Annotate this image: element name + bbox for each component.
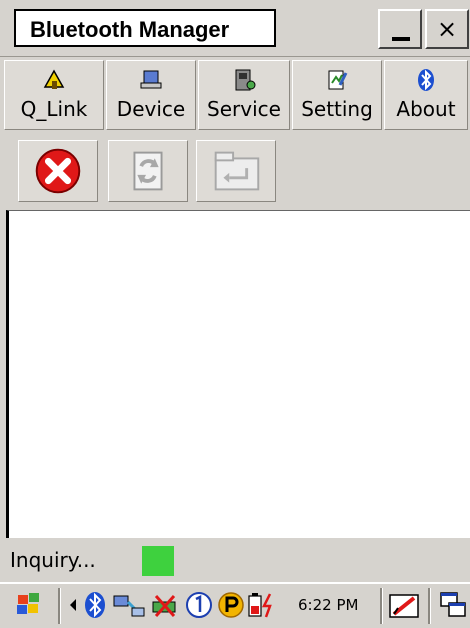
status-row: Inquiry...	[0, 540, 470, 580]
service-label: Service	[207, 97, 281, 121]
edit-icon[interactable]	[388, 590, 422, 620]
windows-icon[interactable]	[438, 590, 468, 620]
service-button[interactable]: Service	[198, 60, 290, 130]
taskbar: 6:22 PM	[0, 582, 470, 628]
taskbar-separator	[380, 588, 383, 624]
service-icon	[235, 69, 256, 91]
tray-arrow-icon[interactable]	[68, 597, 78, 613]
main-toolbar: Q_Link Device Service Setting About	[0, 57, 470, 134]
setting-button[interactable]: Setting	[292, 60, 382, 130]
about-button[interactable]: About	[384, 60, 468, 130]
inquiry-progress-indicator	[142, 546, 174, 576]
battery-warning-icon[interactable]	[150, 592, 180, 620]
close-icon: ×	[436, 15, 458, 43]
device-list-area[interactable]	[6, 210, 470, 538]
stop-icon	[35, 148, 81, 194]
qlink-label: Q_Link	[20, 97, 88, 121]
taskbar-separator	[428, 588, 431, 624]
refresh-button[interactable]	[108, 140, 188, 202]
bluetooth-icon	[418, 69, 434, 91]
about-label: About	[396, 97, 456, 121]
connect-button[interactable]	[196, 140, 276, 202]
window-title: Bluetooth Manager	[14, 9, 276, 47]
connect-icon	[214, 151, 260, 191]
clock[interactable]: 6:22 PM	[298, 596, 358, 614]
qlink-button[interactable]: Q_Link	[4, 60, 104, 130]
windows-start-icon[interactable]	[14, 590, 44, 620]
device-icon	[140, 70, 162, 89]
minimize-button[interactable]	[378, 9, 422, 49]
minimize-icon	[392, 37, 410, 41]
device-label: Device	[116, 97, 186, 121]
refresh-icon	[133, 151, 163, 191]
stop-button[interactable]	[18, 140, 98, 202]
close-button[interactable]: ×	[425, 9, 469, 49]
taskbar-separator	[58, 588, 61, 624]
status-text: Inquiry...	[10, 548, 96, 572]
info-circle-icon[interactable]	[184, 590, 214, 620]
device-button[interactable]: Device	[106, 60, 196, 130]
title-bar: Bluetooth Manager ×	[0, 0, 470, 57]
power-icon[interactable]	[246, 590, 280, 620]
network-tray-icon[interactable]	[112, 592, 146, 620]
quick-link-icon	[43, 69, 65, 89]
bluetooth-tray-icon[interactable]	[80, 590, 110, 620]
p-circle-icon[interactable]	[216, 590, 246, 620]
setting-icon	[328, 70, 348, 90]
setting-label: Setting	[301, 97, 373, 121]
action-bar	[0, 136, 470, 206]
